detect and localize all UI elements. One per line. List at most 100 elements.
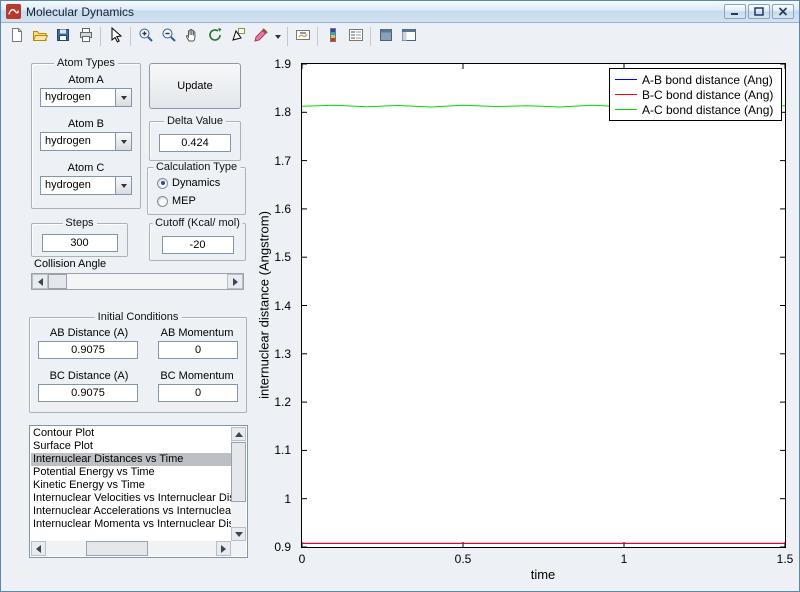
listbox-horizontal-scrollbar[interactable]: [31, 541, 231, 556]
radio-button-icon[interactable]: [157, 177, 168, 189]
hide-plot-tools-button[interactable]: [374, 25, 397, 48]
radio-mep[interactable]: MEP: [157, 195, 196, 207]
radio-dynamics-label: Dynamics: [172, 177, 221, 189]
scroll-left-arrow-icon[interactable]: [31, 541, 46, 556]
initial-conditions-group: Initial Conditions AB Distance (A) AB Mo…: [29, 311, 247, 413]
steps-input[interactable]: [41, 234, 118, 252]
insert-colorbar-icon: [325, 27, 341, 46]
atom-c-dropdown-button[interactable]: [115, 177, 131, 194]
titlebar[interactable]: Molecular Dynamics: [1, 1, 799, 23]
pan-button[interactable]: [180, 25, 203, 48]
collision-angle-slider[interactable]: [31, 273, 244, 290]
update-button[interactable]: Update: [149, 63, 241, 109]
listbox-vertical-scrollbar[interactable]: [231, 427, 246, 541]
ab-momentum-input[interactable]: [158, 341, 238, 359]
scroll-down-arrow-icon[interactable]: [231, 527, 246, 541]
slider-thumb[interactable]: [48, 274, 67, 289]
slider-right-arrow-icon[interactable]: [227, 274, 243, 289]
maximize-button[interactable]: [748, 4, 770, 19]
open-file-button[interactable]: [28, 25, 51, 48]
link-plots-button[interactable]: [291, 25, 314, 48]
minimize-button[interactable]: [724, 4, 746, 19]
y-tick-label: 1.4: [274, 298, 291, 313]
slider-track[interactable]: [67, 274, 227, 289]
brush-dropdown-button[interactable]: [272, 25, 284, 48]
link-plots-icon: [295, 27, 311, 46]
y-tick-label: 1.7: [274, 153, 291, 168]
atom-a-dropdown-button[interactable]: [115, 89, 131, 106]
insert-legend-button[interactable]: [344, 25, 367, 48]
plot-legend[interactable]: A-B bond distance (Ang) B-C bond distance…: [609, 68, 782, 121]
list-item[interactable]: Surface Plot: [31, 440, 231, 453]
scroll-up-arrow-icon[interactable]: [231, 427, 246, 441]
vertical-scroll-thumb[interactable]: [231, 442, 246, 502]
toolbar-separator: [370, 27, 371, 46]
list-item[interactable]: Kinetic Energy vs Time: [31, 479, 231, 492]
chevron-down-icon: [120, 183, 127, 188]
bc-distance-input[interactable]: [38, 384, 138, 402]
toolbar-separator: [100, 27, 101, 46]
zoom-out-button[interactable]: [157, 25, 180, 48]
save-figure-button[interactable]: [51, 25, 74, 48]
x-tick-label: 0.5: [454, 552, 472, 566]
rotate-3d-button[interactable]: [203, 25, 226, 48]
x-axis-tick-labels: 0 0.5 1 1.5: [299, 552, 794, 566]
atom-a-dropdown[interactable]: hydrogen: [40, 88, 132, 107]
chevron-down-icon: [275, 34, 281, 39]
legend-entry[interactable]: B-C bond distance (Ang): [610, 87, 781, 102]
slider-left-arrow-icon[interactable]: [32, 274, 48, 289]
y-tick-label: 1.1: [274, 443, 291, 458]
zoom-in-button[interactable]: [134, 25, 157, 48]
maximize-icon: [754, 4, 764, 19]
insert-colorbar-button[interactable]: [321, 25, 344, 48]
plot-axes[interactable]: [301, 63, 786, 548]
atom-types-title: Atom Types: [54, 57, 118, 69]
ab-momentum-label: AB Momentum: [160, 327, 234, 339]
legend-entry[interactable]: A-B bond distance (Ang): [610, 72, 781, 87]
show-plot-tools-icon: [401, 27, 417, 46]
scrollbar-corner: [231, 541, 246, 556]
close-icon: [778, 4, 788, 19]
y-tick-label: 0.9: [274, 540, 291, 554]
new-figure-button[interactable]: [5, 25, 28, 48]
window-controls: [724, 4, 794, 19]
edit-plot-button[interactable]: [104, 25, 127, 48]
data-cursor-icon: [230, 27, 246, 46]
radio-button-icon[interactable]: [157, 195, 168, 207]
app-window: Molecular Dynamics Atom Types Atom A hyd…: [0, 0, 800, 592]
data-cursor-button[interactable]: [226, 25, 249, 48]
delta-value-title: Delta Value: [163, 115, 227, 127]
legend-entry[interactable]: A-C bond distance (Ang): [610, 102, 781, 117]
plot-type-listbox[interactable]: Contour Plot Surface Plot Internuclear Dis…: [29, 425, 248, 558]
atom-c-dropdown[interactable]: hydrogen: [40, 176, 132, 195]
atom-b-label: Atom B: [67, 118, 105, 130]
atom-b-dropdown[interactable]: hydrogen: [40, 132, 132, 151]
bc-momentum-input[interactable]: [158, 384, 238, 402]
list-item[interactable]: Internuclear Momenta vs Internuclear Dis…: [31, 518, 231, 531]
cutoff-group: Cutoff (Kcal/ mol): [149, 217, 246, 261]
pan-icon: [184, 27, 200, 46]
list-item[interactable]: Contour Plot: [31, 427, 231, 440]
bc-distance-label: BC Distance (A): [49, 370, 129, 382]
atom-b-dropdown-button[interactable]: [115, 133, 131, 150]
y-axis-label: internuclear distance (Angstrom): [256, 211, 272, 399]
list-item[interactable]: Internuclear Accelerations vs Internucle…: [31, 505, 231, 518]
cutoff-input[interactable]: [161, 236, 234, 254]
plot-type-list: Contour Plot Surface Plot Internuclear Dis…: [31, 427, 231, 541]
scroll-right-arrow-icon[interactable]: [216, 541, 231, 556]
x-axis-label: time: [530, 567, 556, 582]
horizontal-scroll-thumb[interactable]: [86, 541, 148, 556]
list-item[interactable]: Internuclear Distances vs Time: [31, 453, 231, 466]
ab-distance-input[interactable]: [38, 341, 138, 359]
y-tick-label: 1.3: [274, 346, 291, 361]
ab-distance-label: AB Distance (A): [49, 327, 129, 339]
list-item[interactable]: Potential Energy vs Time: [31, 466, 231, 479]
radio-dynamics[interactable]: Dynamics: [157, 177, 220, 189]
delta-value-input[interactable]: [159, 134, 231, 152]
close-button[interactable]: [772, 4, 794, 19]
list-item[interactable]: Internuclear Velocities vs Internuclear …: [31, 492, 231, 505]
brush-button[interactable]: [249, 25, 272, 48]
show-plot-tools-button[interactable]: [397, 25, 420, 48]
chevron-down-icon: [120, 139, 127, 144]
print-figure-button[interactable]: [74, 25, 97, 48]
